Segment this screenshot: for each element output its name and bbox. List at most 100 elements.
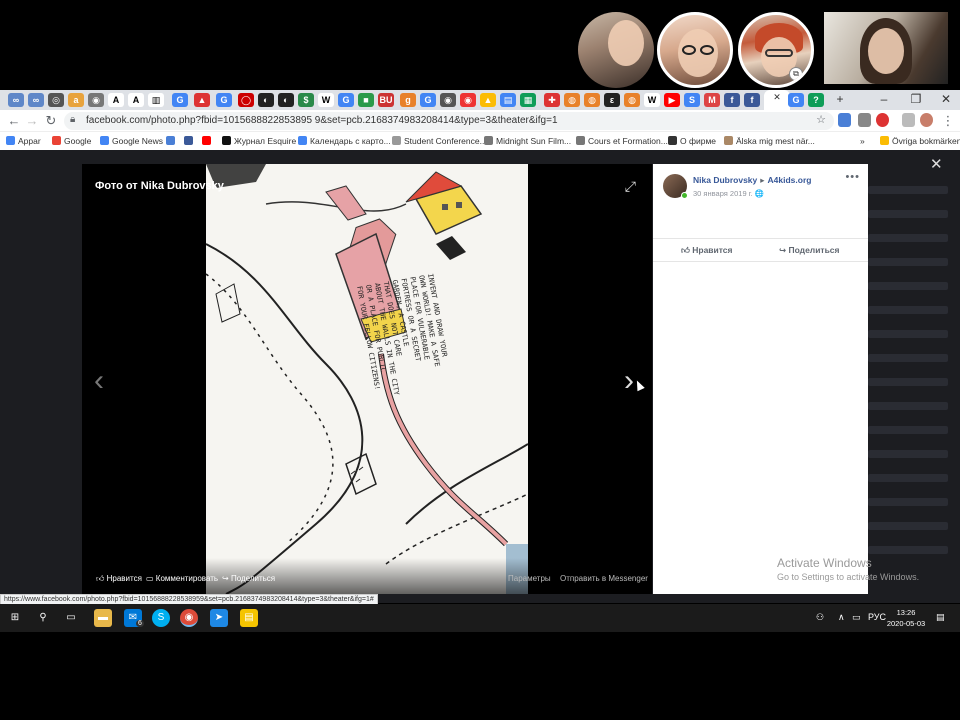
options-link[interactable]: Параметры [508,574,551,583]
bookmark-esquire[interactable]: Журнал Esquire [222,136,296,146]
close-window-button[interactable]: ✕ [938,92,954,106]
maximize-button[interactable]: ❐ [908,92,924,106]
tab-favicon[interactable]: G [216,93,232,107]
tab-favicon[interactable]: M [704,93,720,107]
share-button[interactable]: ↪ Поделиться [222,574,275,583]
panel-share-button[interactable]: ↪ Поделиться [779,245,840,256]
tab-favicon[interactable]: ▲ [480,93,496,107]
tab-favicon[interactable]: ◐ [278,93,294,107]
tab-favicon[interactable]: ◍ [624,93,640,107]
tab-favicon[interactable]: ◐ [258,93,274,107]
bookmark-other[interactable]: Övriga bokmärken [880,136,960,146]
tab-favicon[interactable]: ◎ [48,93,64,107]
participant-video-3[interactable]: ⧉ [738,12,814,88]
tab-favicon[interactable]: ? [808,93,824,107]
fullscreen-icon[interactable]: ⤢ [625,178,636,195]
bookmark-student-conference[interactable]: Student Conference... [392,136,487,146]
tab-favicon[interactable]: ▦ [520,93,536,107]
windows-start-icon[interactable]: ⊞ [6,609,24,627]
send-messenger-link[interactable]: Отправить в Messenger [560,574,648,583]
skype-icon[interactable]: S [152,609,170,627]
clock[interactable]: 13:26 2020-05-03 [886,607,926,629]
search-icon[interactable]: ⚲ [34,609,52,627]
tab-favicon[interactable]: BU [378,93,394,107]
tab-favicon[interactable]: ◉ [460,93,476,107]
tab-favicon[interactable]: ■ [358,93,374,107]
theater-close-icon[interactable]: ✕ [930,155,943,173]
file-explorer-icon[interactable]: ▬ [94,609,112,627]
tab-favicon[interactable]: g [400,93,416,107]
bookmark-google-news[interactable]: Google News [100,136,163,146]
tab-favicon[interactable]: ε [604,93,620,107]
profile-avatar[interactable] [920,113,933,127]
reload-icon[interactable]: ↻ [43,113,59,129]
bookmark-icon-only[interactable] [166,136,178,146]
sticky-notes-icon[interactable]: ▤ [240,609,258,627]
tab-favicon[interactable]: G [788,93,804,107]
participant-video-1[interactable] [578,12,654,88]
minimize-button[interactable]: – [876,92,892,106]
bookmark-calendar[interactable]: Календарь с карто... [298,136,391,146]
extension-icon[interactable] [876,113,889,127]
participant-video-2[interactable] [657,12,733,88]
bookmark-google[interactable]: Google [52,136,91,146]
like-button[interactable]: 👍︎ Нравится [96,574,142,584]
language-indicator[interactable]: РУС [868,612,886,622]
tab-favicon[interactable]: G [172,93,188,107]
bookmark-facebook[interactable] [184,136,196,146]
tab-favicon[interactable]: G [420,93,436,107]
people-icon[interactable]: ⚇ [816,612,824,623]
telegram-icon[interactable]: ➤ [210,609,228,627]
author-name-link[interactable]: Nika Dubrovsky [693,175,757,185]
tab-favicon[interactable]: ◍ [584,93,600,107]
extension-icon[interactable] [838,113,851,127]
tab-favicon[interactable]: ◉ [440,93,456,107]
bookmark-alska-mig[interactable]: Älska mig mest när... [724,136,815,146]
tab-favicon[interactable]: ✚ [544,93,560,107]
photo-image[interactable]: INVENT AND DRAW YOUR OWN WORLD! MAKE A S… [206,164,528,594]
tab-favicon[interactable]: ▤ [500,93,516,107]
bookmark-apps[interactable]: Appar [6,136,41,146]
bookmark-o-firme[interactable]: О фирме [668,136,716,146]
notifications-icon[interactable]: ▤ [936,612,945,623]
bookmark-youtube[interactable] [202,136,214,146]
tab-favicon[interactable]: G [338,93,354,107]
more-options-icon[interactable]: ••• [845,171,860,183]
url-field[interactable]: 🔒︎ facebook.com/photo.php?fbid=101568882… [64,112,834,130]
tab-favicon[interactable]: $ [298,93,314,107]
back-icon[interactable]: ← [6,113,22,128]
tab-favicon[interactable]: ◉ [88,93,104,107]
tab-favicon[interactable]: A [108,93,124,107]
prev-photo-arrow[interactable]: ‹ [94,364,104,398]
menu-icon[interactable]: ⋮ [940,113,956,129]
bookmark-midnight-sun[interactable]: Midnight Sun Film... [484,136,571,146]
tab-favicon[interactable]: f [744,93,760,107]
tray-chevron-icon[interactable]: ∧ [838,612,845,623]
chrome-icon[interactable]: ◉ [180,609,198,627]
tab-favicon[interactable]: ◯ [238,93,254,107]
tab-favicon[interactable]: ∞ [28,93,44,107]
tab-favicon[interactable]: ∞ [8,93,24,107]
bookmarks-overflow[interactable]: » [860,136,865,146]
extension-icon[interactable] [858,113,871,127]
tab-favicon[interactable]: A [128,93,144,107]
tab-favicon[interactable]: W [318,93,334,107]
tab-favicon[interactable]: ▲ [194,93,210,107]
bookmark-star-icon[interactable]: ☆ [816,113,826,126]
network-icon[interactable]: ▭ [852,612,861,623]
post-date[interactable]: 30 января 2019 г. 🌐 [693,189,764,198]
tab-favicon[interactable]: ▶ [664,93,680,107]
panel-like-button[interactable]: 👍︎ Нравится [681,245,733,256]
tab-favicon[interactable]: ▥ [148,93,164,107]
playlist-icon[interactable] [902,113,915,127]
page-name-link[interactable]: A4kids.org [768,175,812,185]
comment-button[interactable]: ▭ Комментировать [146,574,218,583]
bookmark-cours-formation[interactable]: Cours et Formation... [576,136,668,146]
forward-icon[interactable]: → [24,113,40,128]
tab-favicon[interactable]: W [644,93,660,107]
tab-favicon[interactable]: S [684,93,700,107]
tab-active-close[interactable]: ✕ [764,90,790,110]
tab-favicon[interactable]: ◍ [564,93,580,107]
next-photo-arrow[interactable]: › [624,364,634,398]
participant-video-4[interactable] [824,12,948,84]
